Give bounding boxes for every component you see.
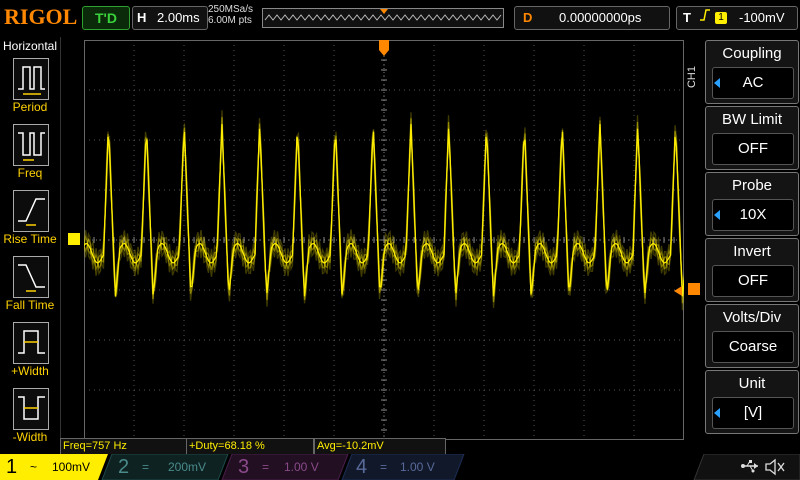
memory-position-bar[interactable]	[262, 8, 504, 28]
sample-rate: 250MSa/s	[208, 4, 254, 15]
ch1-offset-marker[interactable]	[68, 233, 80, 245]
memory-waveform-overview	[264, 9, 502, 21]
trigger-label: T	[683, 10, 691, 25]
rise-time-label: Rise Time	[3, 232, 57, 246]
horizontal-measure-menu: Horizontal Period Freq Rise Time Fall Ti…	[0, 37, 61, 444]
fall-time-button[interactable]: Fall Time	[0, 253, 60, 319]
channel-2-number: 2	[118, 456, 130, 478]
probe-value: 10X	[712, 199, 794, 231]
channel-4-scale: 1.00 V	[400, 460, 435, 474]
coupling-arrow-icon	[714, 78, 720, 88]
channel-status-bar: 1 ~ 100mV 2 = 200mV 3 = 1.00 V 4 = 1.00 …	[0, 454, 800, 480]
freq-button[interactable]: Freq	[0, 121, 60, 187]
measurement-average[interactable]: Avg=-10.2mV	[314, 438, 446, 455]
acquisition-info: 250MSa/s 6.00M pts	[208, 4, 253, 26]
channel-3-coupling: =	[262, 460, 270, 474]
waveform-display[interactable]	[83, 39, 685, 441]
probe-arrow-icon	[714, 210, 720, 220]
memory-depth: 6.00M pts	[208, 15, 252, 26]
rise-time-icon	[13, 190, 49, 232]
channel-1-button[interactable]: 1 ~ 100mV	[0, 454, 100, 480]
unit-arrow-icon	[714, 408, 720, 418]
bw-limit-value: OFF	[712, 133, 794, 165]
period-icon	[13, 58, 49, 100]
rise-time-button[interactable]: Rise Time	[0, 187, 60, 253]
bw-limit-title: BW Limit	[722, 111, 782, 128]
rigol-logo: RIGOL	[4, 4, 78, 29]
fall-time-label: Fall Time	[5, 298, 55, 312]
volts-div-title: Volts/Div	[722, 309, 782, 326]
coupling-value: AC	[712, 67, 794, 99]
positive-width-icon	[13, 322, 49, 364]
speaker-muted-icon[interactable]	[764, 458, 786, 480]
timebase-value: 2.00ms	[157, 10, 200, 25]
negative-width-icon	[13, 388, 49, 430]
waveform-grid	[83, 39, 685, 441]
trigger-position-label	[379, 40, 389, 50]
measurement-frequency[interactable]: Freq=757 Hz	[60, 438, 188, 455]
negative-width-button[interactable]: -Width	[0, 385, 60, 451]
unit-title: Unit	[738, 375, 766, 392]
delay-label: D	[523, 10, 533, 25]
channel-3-button[interactable]: 3 = 1.00 V	[232, 454, 342, 480]
invert-button[interactable]: Invert OFF	[705, 238, 799, 302]
volts-div-button[interactable]: Volts/Div Coarse	[705, 304, 799, 368]
period-label: Period	[12, 100, 48, 114]
channel-4-coupling: =	[380, 460, 388, 474]
delay-box[interactable]: D 0.00000000ps	[514, 6, 670, 30]
rising-edge-icon	[699, 7, 711, 30]
channel-2-coupling: =	[142, 460, 150, 474]
trigger-channel-badge: 1	[715, 12, 727, 24]
channel-4-button[interactable]: 4 = 1.00 V	[350, 454, 460, 480]
delay-value: 0.00000000ps	[559, 10, 642, 25]
trigger-level-badge[interactable]	[688, 283, 700, 295]
channel-4-number: 4	[356, 456, 368, 478]
channel-2-scale: 200mV	[168, 460, 207, 474]
trigger-level: -100mV	[739, 10, 785, 25]
channel-3-scale: 1.00 V	[284, 460, 319, 474]
unit-value: [V]	[712, 397, 794, 429]
volts-div-value: Coarse	[712, 331, 794, 363]
channel-2-button[interactable]: 2 = 200mV	[112, 454, 222, 480]
positive-width-button[interactable]: +Width	[0, 319, 60, 385]
channel-menu-label: CH1	[686, 66, 698, 89]
channel-3-number: 3	[238, 456, 250, 478]
frequency-icon	[13, 124, 49, 166]
channel-1-number: 1	[6, 456, 18, 478]
top-bar: RIGOL T'D H 2.00ms 250MSa/s 6.00M pts D …	[0, 0, 800, 36]
timebase-box[interactable]: H 2.00ms	[132, 6, 208, 30]
negative-width-label: -Width	[12, 430, 48, 444]
run-state-badge[interactable]: T'D	[82, 6, 130, 30]
probe-button[interactable]: Probe 10X	[705, 172, 799, 236]
invert-title: Invert	[733, 243, 771, 260]
freq-label: Freq	[17, 166, 43, 180]
period-button[interactable]: Period	[0, 55, 60, 121]
fall-time-icon	[13, 256, 49, 298]
coupling-title: Coupling	[722, 45, 782, 62]
trigger-position-marker	[380, 9, 388, 14]
probe-title: Probe	[731, 177, 773, 194]
unit-button[interactable]: Unit [V]	[705, 370, 799, 434]
channel-menu: Coupling AC BW Limit OFF Probe 10X Inver…	[705, 37, 800, 439]
channel-1-coupling: ~	[30, 460, 38, 474]
positive-width-label: +Width	[11, 364, 49, 378]
invert-value: OFF	[712, 265, 794, 297]
measurement-duty[interactable]: +Duty=68.18 %	[186, 438, 314, 455]
coupling-button[interactable]: Coupling AC	[705, 40, 799, 104]
channel-1-scale: 100mV	[52, 460, 91, 474]
trigger-box[interactable]: T 1 -100mV	[676, 6, 798, 30]
bw-limit-button[interactable]: BW Limit OFF	[705, 106, 799, 170]
horizontal-label: H	[137, 10, 147, 25]
menu-title: Horizontal	[2, 39, 58, 53]
usb-icon	[740, 459, 760, 476]
